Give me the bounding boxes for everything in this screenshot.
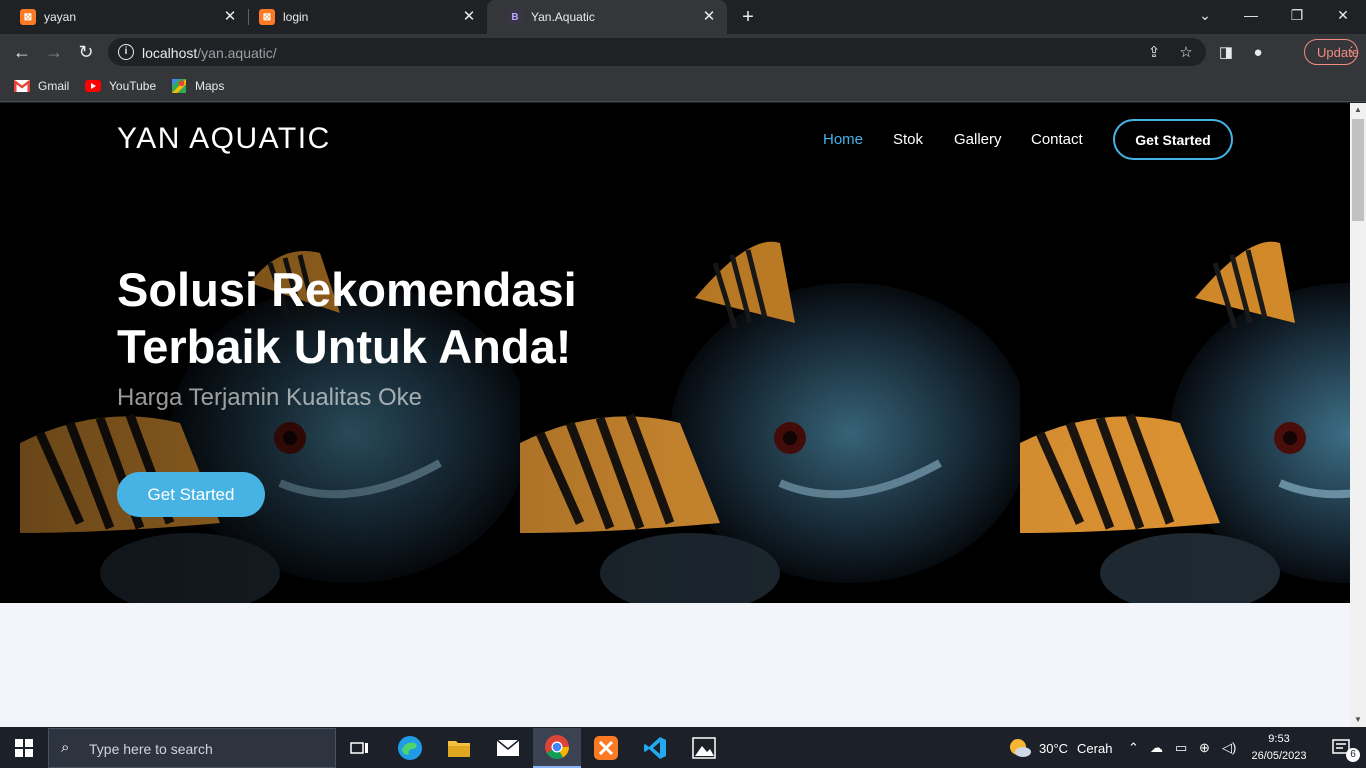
page-scrollbar[interactable]: ▲ ▼ [1350, 103, 1366, 727]
minimize-button[interactable]: — [1228, 0, 1274, 30]
nav-get-started-button[interactable]: Get Started [1113, 119, 1233, 160]
taskbar-search-box[interactable]: ⌕ Type here to search [48, 728, 336, 768]
start-button[interactable] [0, 728, 48, 768]
hero-subtitle: Harga Terjamin Kualitas Oke [117, 384, 423, 411]
hero-title: Solusi Rekomendasi Terbaik Untuk Anda! [117, 261, 677, 375]
mail-icon [496, 739, 520, 756]
clock[interactable]: 9:53 26/05/2023 [1240, 731, 1318, 765]
address-bar[interactable]: i localhost/yan.aquatic/ ⇪ ☆ [108, 38, 1206, 66]
weather-sun-cloud-icon [1010, 739, 1031, 757]
maps-icon [172, 79, 186, 93]
nav-gallery[interactable]: Gallery [954, 131, 1002, 148]
browser-tab-strip: ⊠ yayan ✕ ⊠ login ✕ B Yan.Aquatic ✕ + ⌄ … [0, 0, 1366, 34]
photos-icon [692, 737, 716, 759]
network-globe-icon[interactable]: ⊕ [1199, 728, 1210, 768]
scroll-thumb[interactable] [1352, 119, 1364, 221]
tab-yayan[interactable]: ⊠ yayan ✕ [0, 0, 248, 34]
window-close-button[interactable]: ✕ [1320, 0, 1366, 30]
hero-title-line: Solusi Rekomendasi [117, 263, 577, 316]
xampp-app[interactable] [582, 728, 630, 768]
browser-toolbar: ← → ↻ i localhost/yan.aquatic/ ⇪ ☆ ◨ ● U… [0, 34, 1366, 70]
close-icon[interactable]: ✕ [222, 9, 238, 25]
file-explorer-app[interactable] [435, 728, 483, 768]
weather-widget[interactable]: 30°C Cerah [1008, 728, 1112, 768]
xampp-icon [594, 736, 618, 760]
show-hidden-icons-button[interactable]: ⌃ [1128, 728, 1139, 768]
bookmark-maps[interactable]: Maps [171, 77, 224, 95]
bookmark-youtube[interactable]: YouTube [85, 77, 156, 95]
gmail-icon [14, 80, 30, 92]
bootstrap-icon: B [507, 9, 523, 25]
onedrive-icon[interactable]: ☁ [1150, 728, 1163, 768]
site-logo[interactable]: YAN AQUATIC [117, 122, 331, 156]
nav-contact[interactable]: Contact [1031, 131, 1083, 148]
nav-home[interactable]: Home [823, 131, 863, 148]
bookmarks-bar: Gmail YouTube Maps [0, 70, 1366, 102]
site-info-icon[interactable]: i [118, 44, 134, 60]
chevron-up-icon: ⌃ [1128, 740, 1139, 755]
youtube-icon [85, 80, 101, 92]
bookmark-label: YouTube [109, 79, 157, 93]
windows-taskbar: ⌕ Type here to search 30°C Cerah ⌃ ☁ ▭ ⊕… [0, 728, 1366, 768]
search-icon: ⌕ [61, 739, 70, 756]
hero-get-started-button[interactable]: Get Started [117, 472, 265, 517]
bookmark-label: Maps [195, 79, 225, 93]
clock-date: 26/05/2023 [1251, 750, 1307, 762]
tab-search-chevron-icon[interactable]: ⌄ [1182, 0, 1228, 30]
edge-app[interactable] [386, 728, 434, 768]
weather-condition: Cerah [1077, 740, 1113, 756]
xampp-icon: ⊠ [20, 9, 36, 25]
xampp-icon: ⊠ [259, 9, 275, 25]
volume-icon[interactable]: ◁) [1222, 728, 1236, 768]
edge-icon [398, 736, 422, 760]
tab-title: Yan.Aquatic [531, 10, 595, 24]
bookmark-label: Gmail [38, 79, 70, 93]
tab-login[interactable]: ⊠ login ✕ [239, 0, 487, 34]
nav-stok[interactable]: Stok [893, 131, 923, 148]
folder-icon [448, 741, 470, 757]
forward-arrow-icon[interactable]: → [42, 40, 66, 64]
task-view-button[interactable] [336, 728, 384, 768]
restore-button[interactable]: ❐ [1274, 0, 1320, 30]
profile-icon[interactable]: ● [1248, 42, 1268, 62]
back-arrow-icon[interactable]: ← [10, 40, 34, 64]
bookmark-star-icon[interactable]: ☆ [1176, 42, 1196, 62]
notification-center-button[interactable]: 6 [1318, 728, 1366, 768]
clock-time: 9:53 [1268, 733, 1290, 745]
tab-title: login [283, 10, 309, 24]
windows-logo-icon [15, 739, 33, 757]
task-view-icon [350, 742, 368, 754]
bookmark-gmail[interactable]: Gmail [14, 77, 69, 95]
weather-temp: 30°C [1039, 740, 1069, 756]
battery-icon[interactable]: ▭ [1175, 728, 1187, 768]
scroll-down-arrow-icon[interactable]: ▼ [1350, 713, 1366, 727]
page-viewport: YAN AQUATIC Home Stok Gallery Contact Ge… [0, 103, 1350, 727]
notification-count-badge: 6 [1346, 748, 1360, 762]
tab-title: yayan [44, 10, 77, 24]
photos-app[interactable] [680, 728, 728, 768]
more-menu-icon: ⋮ [1345, 44, 1358, 59]
close-icon[interactable]: ✕ [701, 9, 717, 25]
close-icon[interactable]: ✕ [461, 9, 477, 25]
side-panel-icon[interactable]: ◨ [1216, 42, 1236, 62]
tab-yan-aquatic[interactable]: B Yan.Aquatic ✕ [487, 0, 727, 34]
update-button[interactable]: Update ⋮ [1304, 39, 1359, 65]
vscode-icon [644, 737, 666, 759]
chrome-app[interactable] [533, 728, 581, 768]
hero-title-line: Terbaik Untuk Anda! [117, 320, 572, 373]
reload-icon[interactable]: ↻ [74, 40, 98, 64]
hero-section: YAN AQUATIC Home Stok Gallery Contact Ge… [0, 103, 1350, 603]
search-placeholder: Type here to search [89, 741, 213, 757]
vscode-app[interactable] [631, 728, 679, 768]
scroll-up-arrow-icon[interactable]: ▲ [1350, 103, 1366, 117]
chrome-icon [545, 735, 569, 760]
share-icon[interactable]: ⇪ [1144, 42, 1164, 62]
new-tab-button[interactable]: + [738, 7, 758, 27]
url-text: localhost/yan.aquatic/ [142, 45, 277, 61]
mail-app[interactable] [484, 728, 532, 768]
